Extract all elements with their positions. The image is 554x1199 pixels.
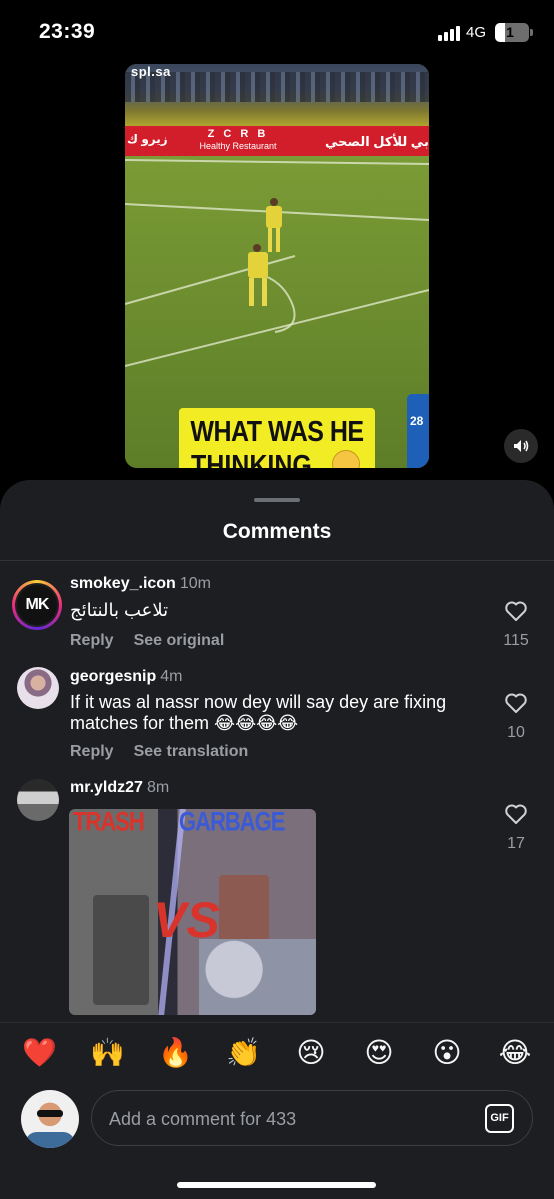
status-bar: 23:39 4G 1 [0,0,554,60]
comment-username[interactable]: georgesnip 4m [70,668,182,686]
comment-text: تلاعب بالنتائج [70,600,169,620]
home-indicator[interactable] [177,1182,376,1188]
emoji-heart-eyes-button[interactable]: 😍 [362,1036,396,1070]
comment-time: 10m [179,575,211,592]
comment-text: If it was al nassr now dey will say dey … [70,692,447,733]
comment-username[interactable]: smokey_.icon 10m [70,575,211,593]
my-avatar[interactable] [21,1090,79,1148]
comment-composer[interactable]: GIF [91,1090,533,1146]
ad-brand: Z C R B [207,128,269,140]
caption-line-1: WHAT WAS HE [190,415,364,449]
like-heart-icon[interactable] [504,803,528,825]
reply-button[interactable]: Reply [70,743,114,760]
emoji-clap-button[interactable]: 👏 [226,1036,261,1070]
comment-username[interactable]: mr.yldz27 8m [70,779,169,797]
avatar-initials: MK [17,585,57,625]
emoji-reaction-bar [0,1022,554,1088]
like-heart-icon[interactable] [504,600,528,622]
battery-cap [530,29,533,36]
gif-text-left: TRASH [73,809,145,837]
gif-button[interactable]: GIF [485,1104,514,1133]
username-text[interactable]: smokey_.icon [70,575,176,592]
video-caption: WHAT WAS HE THINKING [179,408,375,468]
avatar[interactable]: MK [12,580,62,630]
gif-text-right: GARBAGE [179,809,285,837]
reply-button[interactable]: Reply [70,632,114,649]
emoji-surprised-button[interactable]: 😮 [430,1036,464,1070]
caption-line-2: THINKING [191,449,312,468]
ad-tagline: Healthy Restaurant [199,141,277,151]
mute-button[interactable] [504,429,538,463]
emoji-heart-button[interactable]: ❤️ [22,1036,57,1070]
gif-text-vs: VS [153,892,220,948]
emoji-raised-hands-button[interactable]: 🙌 [90,1036,125,1070]
drag-handle[interactable] [254,498,300,502]
see-original-button[interactable]: See original [134,632,225,649]
network-type: 4G [466,24,487,41]
comment-actions: Reply See translation [70,743,248,761]
username-text[interactable]: georgesnip [70,668,156,685]
player-2 [245,244,273,314]
clock: 23:39 [39,20,96,43]
comment-actions: Reply See original [70,632,224,650]
signal-icon [438,25,462,41]
sheet-title: Comments [222,520,332,543]
emoji-cry-button[interactable]: 😢 [294,1036,328,1070]
speaker-icon [514,440,529,452]
emoji-fire-button[interactable]: 🔥 [158,1036,193,1070]
caption-emoji-icon [332,450,360,468]
avatar-shirt [25,1132,75,1148]
comment-gif[interactable]: TRASH GARBAGE VS [69,809,316,1015]
gif-garbage-pile [199,939,316,1015]
battery-icon: 1 [495,23,529,42]
comment-time: 4m [160,668,183,685]
ad-left-text: زيرو ك [127,132,168,146]
battery-level: 1 [506,24,514,40]
comment-time: 8m [146,779,170,796]
video-player[interactable]: spl.sa زيرو ك Z C R B Healthy Restaurant… [125,64,429,468]
like-count: 17 [507,835,525,852]
ad-center: Z C R B Healthy Restaurant [183,126,293,156]
comment-input[interactable] [109,1105,469,1133]
see-translation-button[interactable]: See translation [134,743,249,760]
avatar[interactable] [17,779,59,821]
like-count: 115 [503,632,529,649]
avatar[interactable] [17,667,59,709]
ad-right-text: بي للأكل الصحي [325,134,429,149]
opponent-player: 28 [407,394,429,468]
divider [0,560,554,561]
username-text[interactable]: mr.yldz27 [70,779,143,796]
player-number: 28 [410,414,424,428]
like-count: 10 [507,724,525,741]
like-heart-icon[interactable] [504,692,528,714]
gif-trash-bin [93,895,149,1005]
emoji-laugh-button[interactable]: 😂 [498,1036,532,1070]
video-watermark: spl.sa [131,64,171,79]
sunglasses [37,1110,63,1117]
